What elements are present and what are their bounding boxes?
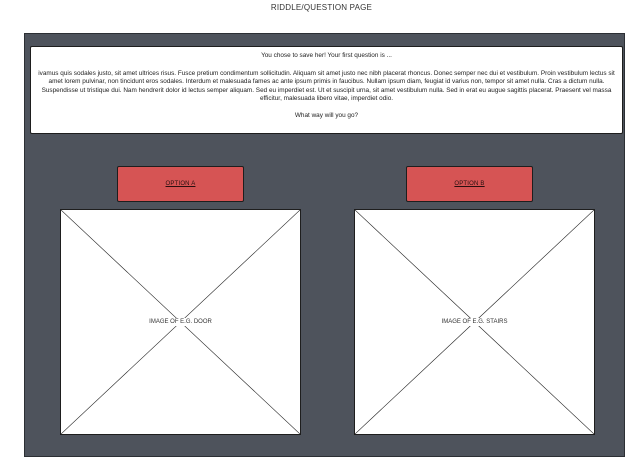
question-intro: You chose to save her! Your first questi… bbox=[261, 52, 392, 59]
option-a-label: OPTION A bbox=[165, 181, 196, 187]
option-a-image-caption: IMAGE OF E.G. DOOR bbox=[146, 318, 215, 326]
option-b-label: OPTION B bbox=[454, 181, 485, 187]
question-panel: You chose to save her! Your first questi… bbox=[30, 46, 623, 134]
option-b-image-placeholder[interactable]: IMAGE OF E.G. STAIRS bbox=[354, 209, 595, 435]
question-body: ivamus quis sodales justo, sit amet ultr… bbox=[38, 69, 615, 103]
question-prompt: What way will you go? bbox=[294, 111, 359, 119]
option-a-button[interactable]: OPTION A bbox=[117, 166, 244, 202]
option-b-image-caption: IMAGE OF E.G. STAIRS bbox=[438, 318, 511, 326]
option-a-image-placeholder[interactable]: IMAGE OF E.G. DOOR bbox=[60, 209, 301, 435]
option-b-button[interactable]: OPTION B bbox=[406, 166, 533, 202]
page-title: RIDDLE/QUESTION PAGE bbox=[270, 3, 373, 12]
